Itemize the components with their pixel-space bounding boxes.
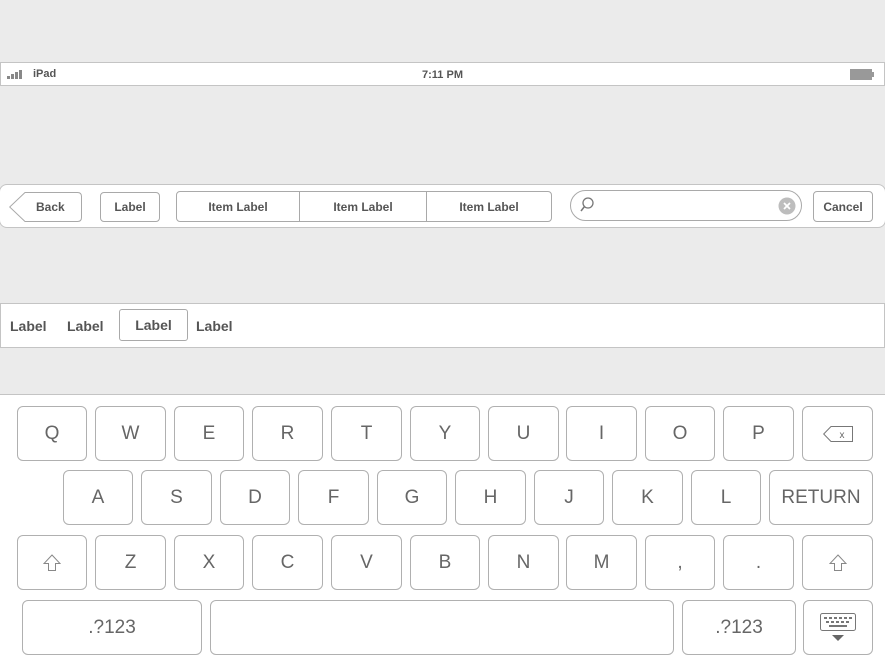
key-p[interactable]: P bbox=[723, 406, 794, 461]
status-time: 7:11 PM bbox=[422, 69, 463, 81]
key-s[interactable]: S bbox=[141, 470, 212, 525]
key-e[interactable]: E bbox=[174, 406, 244, 461]
numbers-key-right[interactable]: .?123 bbox=[682, 600, 796, 655]
key-period[interactable]: . bbox=[723, 535, 794, 590]
key-f[interactable]: F bbox=[298, 470, 369, 525]
clear-search-icon[interactable] bbox=[778, 197, 796, 215]
shift-key-left[interactable] bbox=[17, 535, 87, 590]
segment-item-2[interactable]: Item Label bbox=[299, 192, 426, 221]
key-comma[interactable]: , bbox=[645, 535, 715, 590]
key-v[interactable]: V bbox=[331, 535, 402, 590]
search-icon bbox=[580, 197, 594, 212]
segment-item-3[interactable]: Item Label bbox=[426, 192, 551, 221]
return-key[interactable]: RETURN bbox=[769, 470, 873, 525]
backspace-key[interactable]: x bbox=[802, 406, 873, 461]
shift-icon bbox=[43, 553, 61, 571]
key-y[interactable]: Y bbox=[410, 406, 480, 461]
scope-item-1[interactable]: Label bbox=[10, 304, 47, 347]
backspace-icon: x bbox=[822, 425, 853, 442]
key-n[interactable]: N bbox=[488, 535, 559, 590]
shift-key-right[interactable] bbox=[802, 535, 873, 590]
key-r[interactable]: R bbox=[252, 406, 323, 461]
key-t[interactable]: T bbox=[331, 406, 402, 461]
key-m[interactable]: M bbox=[566, 535, 637, 590]
key-j[interactable]: J bbox=[534, 470, 604, 525]
search-field[interactable] bbox=[570, 190, 802, 221]
key-u[interactable]: U bbox=[488, 406, 559, 461]
space-key[interactable] bbox=[210, 600, 674, 655]
numbers-key-left[interactable]: .?123 bbox=[22, 600, 202, 655]
key-z[interactable]: Z bbox=[95, 535, 166, 590]
scope-item-4[interactable]: Label bbox=[196, 304, 233, 347]
back-button-label: Back bbox=[36, 200, 65, 214]
keyboard: Q W E R T Y U I O P x A S D F G H J K L … bbox=[0, 394, 885, 665]
hide-keyboard-key[interactable] bbox=[803, 600, 873, 655]
scope-item-3-selected[interactable]: Label bbox=[119, 309, 188, 341]
shift-icon bbox=[828, 553, 847, 571]
search-input[interactable] bbox=[599, 194, 773, 218]
key-o[interactable]: O bbox=[645, 406, 715, 461]
key-l[interactable]: L bbox=[691, 470, 761, 525]
status-bar: iPad 7:11 PM bbox=[0, 62, 885, 86]
key-w[interactable]: W bbox=[95, 406, 166, 461]
scope-bar: Label Label Label Label bbox=[0, 303, 885, 348]
key-q[interactable]: Q bbox=[17, 406, 87, 461]
key-b[interactable]: B bbox=[410, 535, 480, 590]
toolbar: Back Label Item Label Item Label Item La… bbox=[0, 184, 885, 228]
key-k[interactable]: K bbox=[612, 470, 683, 525]
key-a[interactable]: A bbox=[63, 470, 133, 525]
backspace-glyph: x bbox=[839, 430, 844, 441]
cancel-button[interactable]: Cancel bbox=[813, 191, 873, 222]
scope-item-2[interactable]: Label bbox=[67, 304, 104, 347]
segmented-control: Item Label Item Label Item Label bbox=[176, 191, 552, 222]
key-g[interactable]: G bbox=[377, 470, 447, 525]
key-c[interactable]: C bbox=[252, 535, 323, 590]
segment-item-1[interactable]: Item Label bbox=[177, 192, 299, 221]
battery-icon bbox=[850, 69, 874, 80]
label-button[interactable]: Label bbox=[100, 192, 160, 222]
key-h[interactable]: H bbox=[455, 470, 526, 525]
back-button[interactable]: Back bbox=[9, 192, 82, 222]
key-d[interactable]: D bbox=[220, 470, 290, 525]
key-i[interactable]: I bbox=[566, 406, 637, 461]
key-x[interactable]: X bbox=[174, 535, 244, 590]
hide-keyboard-icon bbox=[820, 612, 856, 641]
